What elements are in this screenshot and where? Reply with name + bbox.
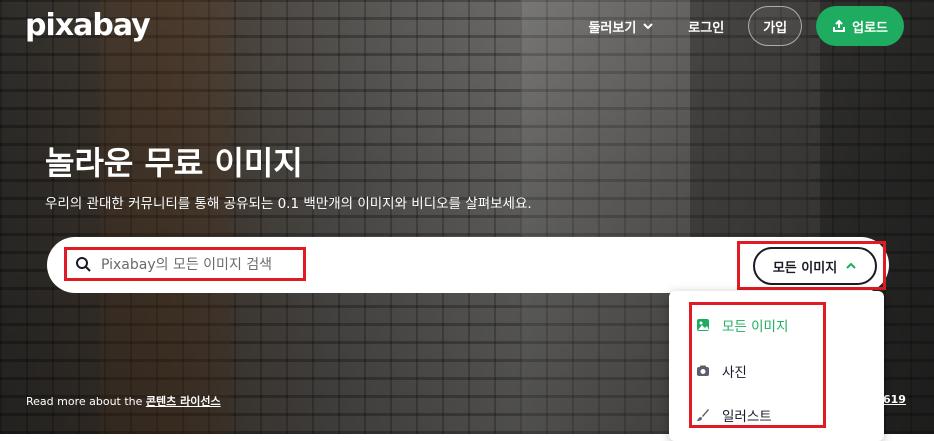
- explore-label: 둘러보기: [588, 20, 637, 36]
- menu-item-illustrations[interactable]: 일러스트: [696, 405, 772, 425]
- menu-item-label: 사진: [722, 365, 747, 381]
- license-link[interactable]: 콘텐츠 라이선스: [146, 395, 221, 408]
- upload-button[interactable]: 업로드: [816, 6, 904, 46]
- explore-menu[interactable]: 둘러보기: [578, 17, 664, 36]
- signup-button[interactable]: 가입: [748, 6, 803, 46]
- photo-credit-link[interactable]: 619: [883, 393, 906, 406]
- license-note-prefix: Read more about the: [26, 395, 143, 408]
- chevron-up-icon: [846, 262, 856, 269]
- license-note: Read more about the 콘텐츠 라이선스: [26, 393, 221, 409]
- menu-item-label: 모든 이미지: [722, 319, 789, 335]
- menu-item-all-images[interactable]: 모든 이미지: [696, 315, 788, 335]
- camera-icon: [697, 365, 709, 376]
- upload-icon: [833, 19, 846, 32]
- menu-item-photos[interactable]: 사진: [696, 361, 747, 381]
- menu-item-label: 일러스트: [722, 409, 772, 425]
- building-shape: [100, 0, 230, 434]
- upload-label: 업로드: [852, 20, 888, 36]
- search-bar: Pixabay의 모든 이미지 검색 모든 이미지: [47, 237, 889, 293]
- page-subtitle: 우리의 관대한 커뮤니티를 통해 공유되는 0.1 백만개의 이미지와 비디오를…: [45, 196, 532, 212]
- building-shape: [520, 0, 690, 434]
- brush-icon: [697, 409, 709, 421]
- login-link[interactable]: 로그인: [678, 17, 734, 36]
- search-placeholder: Pixabay의 모든 이미지 검색: [101, 257, 273, 273]
- page-title: 놀라운 무료 이미지: [45, 144, 303, 182]
- image-icon: [697, 319, 709, 331]
- search-input[interactable]: Pixabay의 모든 이미지 검색: [64, 247, 306, 281]
- top-nav: 둘러보기 로그인 가입 업로드: [578, 6, 904, 46]
- chevron-down-icon: [643, 23, 654, 30]
- filter-highlight: 모든 이미지: [737, 241, 886, 290]
- media-type-menu: 모든 이미지 사진 일러스트: [669, 291, 884, 441]
- pixabay-logo[interactable]: pixabay: [25, 8, 151, 43]
- media-type-label: 모든 이미지: [772, 260, 838, 276]
- search-icon: [76, 257, 91, 272]
- media-type-dropdown[interactable]: 모든 이미지: [753, 247, 877, 285]
